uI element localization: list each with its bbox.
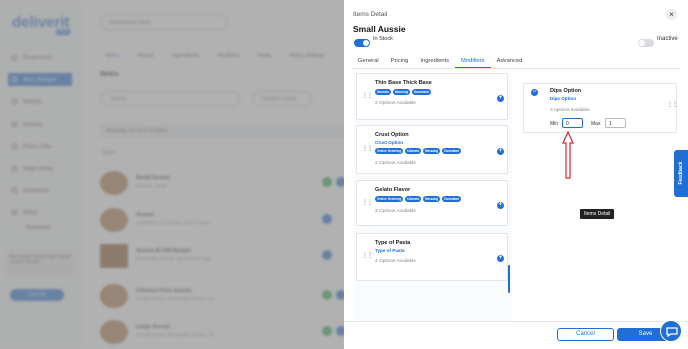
option-count: 3 options available <box>550 108 590 113</box>
modifier-name: Crust Option <box>375 132 409 138</box>
annotation-arrow <box>562 131 574 179</box>
cancel-button[interactable]: Cancel <box>557 328 614 341</box>
modifier-card[interactable]: ⋮⋮ Type of Pasta Type of Pasta 4 Options… <box>356 233 508 281</box>
drawer-label: Items Detail <box>353 11 388 18</box>
option-count: 3 Options Available <box>375 209 416 214</box>
feedback-label: Feedback <box>678 161 684 185</box>
close-icon[interactable]: × <box>666 9 677 20</box>
channel-tags: Uberats Menulog Doordash <box>375 89 431 95</box>
modifier-subtitle: Type of Pasta <box>375 248 405 253</box>
modifier-name: Thin Base Thick Base <box>375 80 432 86</box>
add-circle-icon[interactable]: + <box>497 202 504 209</box>
chat-glyph <box>666 327 678 338</box>
in-stock-toggle[interactable] <box>354 39 370 47</box>
remove-circle-icon[interactable]: − <box>531 89 538 96</box>
min-input[interactable]: 0 <box>562 118 583 128</box>
drawer-title: Small Aussie <box>353 24 406 34</box>
channel-tag: Doordash <box>411 89 431 95</box>
modifier-card[interactable]: ⋮⋮ Gelato Flavor Online Ordering Uberats… <box>356 180 508 226</box>
modifier-list[interactable]: ⋮⋮ Thin Base Thick Base Uberats Menulog … <box>354 73 512 323</box>
channel-tag: Menulog <box>423 196 441 202</box>
feedback-tab[interactable]: Feedback <box>674 150 688 197</box>
drag-handle-icon[interactable]: ⋮⋮ <box>362 200 373 206</box>
tab-advanced[interactable]: Advanced <box>491 55 529 68</box>
add-circle-icon[interactable]: + <box>497 255 504 262</box>
modifier-name: Gelato Flavor <box>375 187 411 193</box>
channel-tag: Online Ordering <box>375 148 404 154</box>
tab-pricing[interactable]: Pricing <box>385 55 415 68</box>
max-input[interactable]: 1 <box>605 118 626 128</box>
channel-tags: Online Ordering Uberats Menulog Doordash <box>375 148 462 154</box>
channel-tag: Uberats <box>405 148 422 154</box>
inactive-label: Inactive <box>657 36 678 42</box>
chat-icon[interactable] <box>660 320 682 342</box>
app-root: deliverit beta Placed Items Menu Manager… <box>0 0 688 349</box>
detail-tabs: General Pricing Ingredients Modifiers Ad… <box>352 55 680 69</box>
channel-tag: Online Ordering <box>375 196 404 202</box>
channel-tag: Menulog <box>423 148 441 154</box>
items-detail-drawer: Items Detail Small Aussie × In Stock Ina… <box>344 0 688 349</box>
modifier-card[interactable]: ⋮⋮ Thin Base Thick Base Uberats Menulog … <box>356 73 508 120</box>
channel-tag: Menulog <box>392 89 410 95</box>
add-circle-icon[interactable]: + <box>497 95 504 102</box>
min-label: Min <box>550 121 559 127</box>
drag-handle-icon[interactable]: ⋮⋮ <box>362 93 373 99</box>
drag-handle-icon[interactable]: ⋮⋮ <box>362 146 373 152</box>
option-count: 4 Options Available <box>375 259 416 264</box>
modifier-card[interactable]: ⋮⋮ Crust Option Crust Option Online Orde… <box>356 125 508 174</box>
inactive-toggle[interactable] <box>638 39 654 47</box>
in-stock-label: In Stock <box>373 36 393 42</box>
toggle-knob <box>639 40 645 46</box>
drag-handle-icon[interactable]: ⋮⋮ <box>362 253 373 259</box>
tab-ingredients[interactable]: Ingredients <box>414 55 455 68</box>
tab-general[interactable]: General <box>352 55 385 68</box>
option-count: 2 Options Available <box>375 161 416 166</box>
drag-handle-icon[interactable]: ⋮⋮ <box>667 102 678 108</box>
selected-modifiers-panel: − Dips Option Dips Option 3 options avai… <box>516 73 678 323</box>
channel-tag: Uberats <box>405 196 422 202</box>
selected-modifier-name: Dips Option <box>550 88 582 94</box>
modifier-subtitle: Crust Option <box>375 140 404 145</box>
tab-modifiers[interactable]: Modifiers <box>455 55 491 68</box>
option-count: 2 Options Available <box>375 101 416 106</box>
tooltip: Items Detail <box>580 209 615 219</box>
modifier-name: Type of Pasta <box>375 240 411 246</box>
scrollbar[interactable] <box>508 265 510 293</box>
channel-tags: Online Ordering Uberats Menulog Doordash <box>375 196 462 202</box>
toggle-knob <box>363 40 369 46</box>
channel-tag: Doordash <box>442 148 462 154</box>
max-label: Max <box>591 121 601 127</box>
channel-tag: Doordash <box>442 196 462 202</box>
channel-tag: Uberats <box>375 89 391 95</box>
add-circle-icon[interactable]: + <box>497 148 504 155</box>
selected-modifier-subtitle: Dips Option <box>550 96 577 101</box>
